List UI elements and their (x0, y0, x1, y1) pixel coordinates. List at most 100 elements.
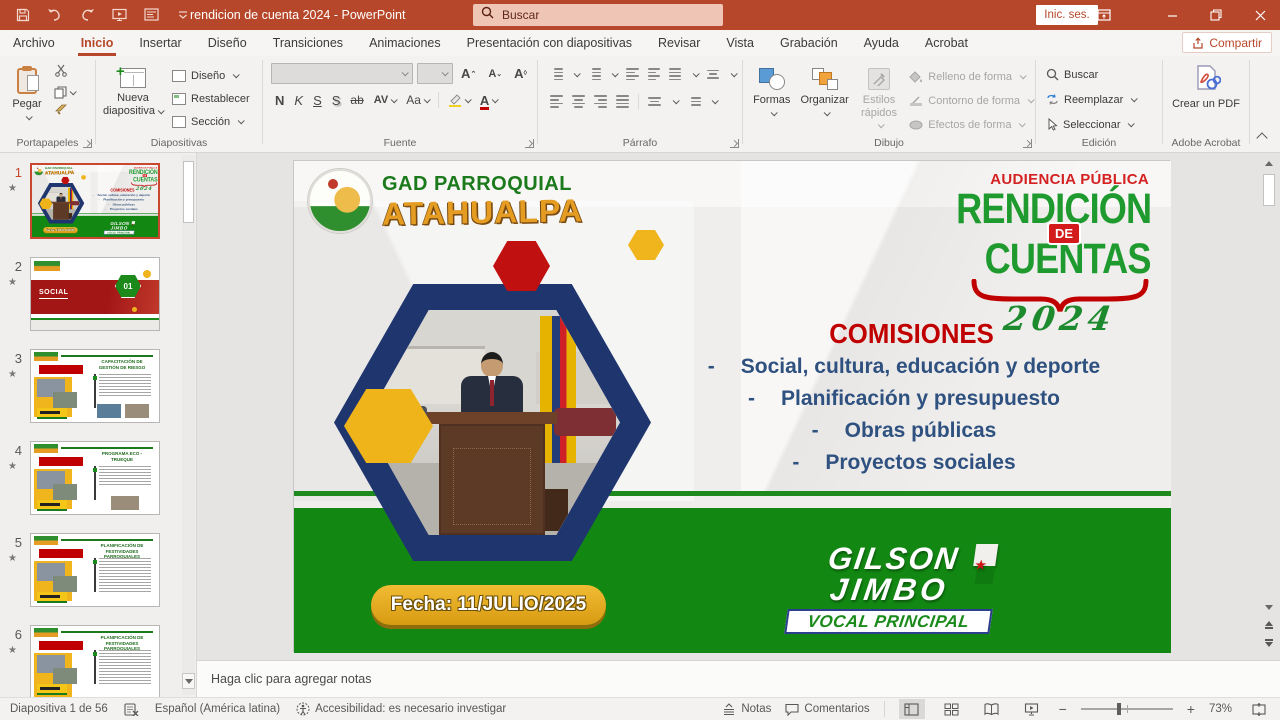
zoom-out-button[interactable]: − (1059, 701, 1067, 717)
clear-formatting-icon[interactable]: A◊ (510, 66, 531, 81)
columns-icon[interactable] (648, 95, 661, 108)
new-slide-button[interactable]: + Nueva diapositiva (102, 62, 164, 132)
thumbnail-slide-2[interactable]: 2 ★ SOCIAL 01 (0, 257, 196, 337)
text-highlight-icon[interactable] (444, 93, 474, 107)
thumbnail-scrollbar[interactable] (182, 155, 195, 695)
slide-counter[interactable]: Diapositiva 1 de 56 (10, 703, 108, 715)
dialog-launcher-icon[interactable] (83, 139, 92, 148)
title-de-badge[interactable]: DE (1049, 224, 1079, 243)
redo-icon[interactable] (78, 6, 96, 24)
bold-button[interactable]: N (271, 93, 288, 108)
date-pill[interactable]: Fecha: 11/JULIO/2025 (43, 227, 77, 233)
decrease-indent-icon[interactable] (626, 66, 638, 82)
zoom-level[interactable]: 73% (1209, 703, 1232, 715)
tab-animaciones[interactable]: Animaciones (356, 30, 454, 56)
find-button[interactable]: Buscar (1046, 64, 1162, 85)
share-button[interactable]: Compartir (1182, 32, 1272, 53)
spellcheck-icon[interactable] (124, 703, 139, 716)
align-left-icon[interactable] (550, 93, 563, 109)
tab-diseno[interactable]: Diseño (195, 30, 260, 56)
increase-indent-icon[interactable] (648, 66, 660, 82)
tab-insertar[interactable]: Insertar (126, 30, 194, 56)
speaker-name[interactable]: GILSON JIMBO ★ (105, 221, 133, 230)
accessibility-status[interactable]: Accesibilidad: es necesario investigar (296, 702, 506, 716)
scroll-down-icon[interactable] (182, 673, 195, 689)
bullets-icon[interactable] (550, 66, 562, 82)
gad-atahualpa-logo[interactable] (308, 169, 372, 233)
scrollbar-thumb[interactable] (1263, 174, 1275, 206)
slide-canvas[interactable]: GAD PARROQUIAL ATAHUALPA AUDIENCIA PÚBLI… (293, 160, 1170, 652)
copy-icon[interactable] (54, 86, 75, 99)
language-status[interactable]: Español (América latina) (155, 703, 280, 715)
speaker-role-badge[interactable]: VOCAL PRINCIPAL (104, 231, 135, 235)
shapes-button[interactable]: Formas (753, 62, 790, 135)
collapse-ribbon-icon[interactable] (1256, 132, 1267, 143)
fit-to-window-icon[interactable] (1246, 699, 1272, 719)
thumbnail-slide-1[interactable]: 1 ★ GAD PARROQUIAL ATAHUALPA AUDIENCIA P… (0, 163, 196, 243)
shape-outline-button[interactable]: Contorno de forma (909, 90, 1033, 111)
title-de-badge[interactable]: DE (143, 174, 147, 177)
dialog-launcher-icon[interactable] (525, 139, 534, 148)
dialog-launcher-icon[interactable] (730, 139, 739, 148)
font-size-select[interactable] (417, 63, 453, 84)
slide-scrollbar[interactable] (1262, 156, 1276, 656)
comments-toggle[interactable]: Comentarios (785, 703, 869, 716)
strikethrough-button[interactable]: ab (346, 93, 367, 107)
justify-icon[interactable] (616, 93, 629, 109)
search-input[interactable] (502, 8, 682, 22)
zoom-slider[interactable] (1081, 708, 1173, 710)
create-pdf-button[interactable]: Crear un PDF (1163, 56, 1249, 111)
thumbnail-slide-4[interactable]: 4 ★ PROGRAMA ECO - TRUEQUE (0, 441, 196, 521)
gad-atahualpa-logo[interactable] (34, 166, 43, 175)
zoom-in-button[interactable]: + (1187, 701, 1195, 717)
close-button[interactable] (1240, 0, 1280, 30)
tab-presentacion[interactable]: Presentación con diapositivas (454, 30, 645, 56)
select-button[interactable]: Seleccionar (1046, 114, 1162, 135)
commissions-list[interactable]: -Social, cultura, educación y deporte -P… (654, 351, 1154, 479)
arrange-button[interactable]: Organizar (800, 62, 848, 135)
logo-text-name[interactable]: ATAHUALPA (45, 170, 75, 176)
date-pill[interactable]: Fecha: 11/JULIO/2025 (371, 585, 606, 625)
comisiones-heading[interactable]: COMISIONES (693, 318, 1130, 350)
start-slideshow-icon[interactable] (110, 6, 128, 24)
shape-effects-button[interactable]: Efectos de forma (909, 114, 1033, 135)
format-painter-icon[interactable] (54, 103, 75, 121)
notes-pane[interactable]: Haga clic para agregar notas (197, 660, 1280, 697)
smartart-icon[interactable] (687, 95, 700, 108)
slide-1[interactable]: GAD PARROQUIAL ATAHUALPA AUDIENCIA PÚBLI… (32, 165, 160, 237)
undo-icon[interactable] (46, 6, 64, 24)
thumbnail-slide-5[interactable]: 5 ★ PLANIFICACIÓN DE FESTIVIDADES PARROQ… (0, 533, 196, 613)
logo-text-name[interactable]: ATAHUALPA (382, 192, 584, 233)
scrollbar-thumb[interactable] (183, 161, 194, 223)
normal-view-icon[interactable] (899, 699, 925, 719)
commissions-list[interactable]: -Social, cultura, educación y deporte -P… (85, 193, 158, 212)
change-case-button[interactable]: Aa (402, 93, 433, 107)
text-shadow-button[interactable]: S (328, 93, 345, 108)
search-box[interactable] (473, 4, 723, 26)
tab-inicio[interactable]: Inicio (68, 30, 127, 56)
slide-section-button[interactable]: Sección (172, 111, 250, 132)
tab-archivo[interactable]: Archivo (0, 30, 68, 56)
next-slide-icon[interactable] (1262, 636, 1276, 650)
zoom-slider-handle[interactable] (1117, 703, 1121, 715)
tab-grabacion[interactable]: Grabación (767, 30, 851, 56)
speaker-name[interactable]: GILSON JIMBO ★ (795, 544, 989, 605)
dialog-launcher-icon[interactable] (1023, 139, 1032, 148)
increase-font-icon[interactable]: A⌃ (457, 66, 480, 81)
cut-icon[interactable] (54, 64, 75, 82)
tab-ayuda[interactable]: Ayuda (851, 30, 912, 56)
tab-revisar[interactable]: Revisar (645, 30, 713, 56)
italic-button[interactable]: K (290, 93, 307, 108)
ribbon-display-options-icon[interactable] (1084, 0, 1124, 30)
slide-sorter-view-icon[interactable] (939, 699, 965, 719)
thumbnail-slide-6[interactable]: 6 ★ PLANIFICACIÓN DE FESTIVIDADES PARROQ… (0, 625, 196, 697)
align-center-icon[interactable] (572, 93, 585, 109)
scroll-up-icon[interactable] (1262, 156, 1276, 170)
reading-view-icon[interactable] (979, 699, 1005, 719)
slide-layout-icon[interactable] (142, 6, 160, 24)
notes-toggle[interactable]: Notas (722, 703, 771, 715)
line-spacing-icon[interactable] (669, 66, 681, 82)
font-color-button[interactable]: A (476, 93, 501, 108)
font-name-select[interactable] (271, 63, 413, 84)
tab-vista[interactable]: Vista (713, 30, 767, 56)
